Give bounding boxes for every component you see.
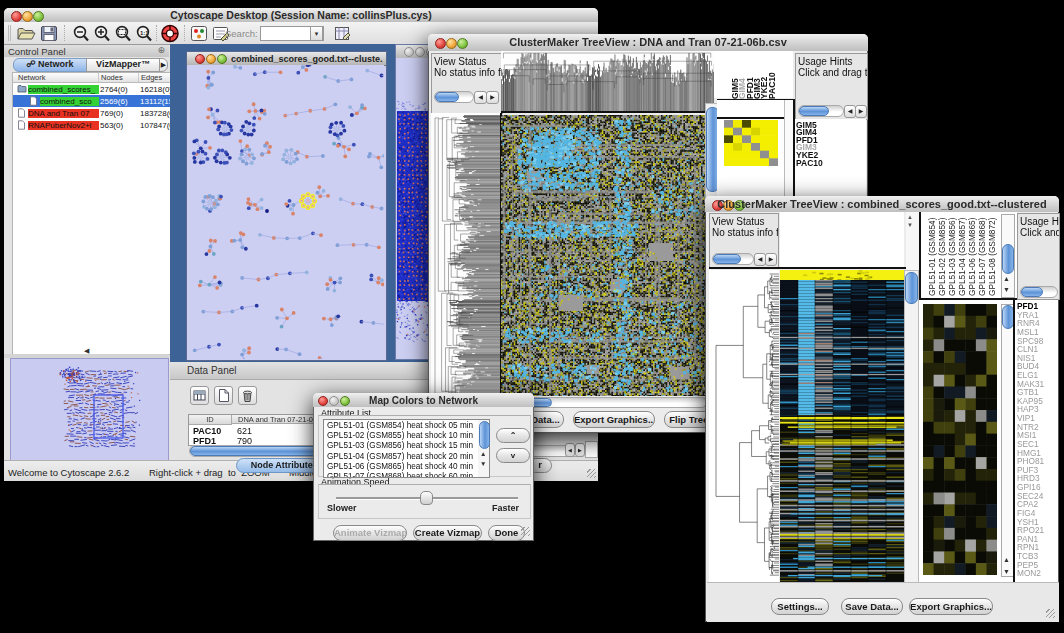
svg-text:1:1: 1:1 xyxy=(140,30,149,36)
